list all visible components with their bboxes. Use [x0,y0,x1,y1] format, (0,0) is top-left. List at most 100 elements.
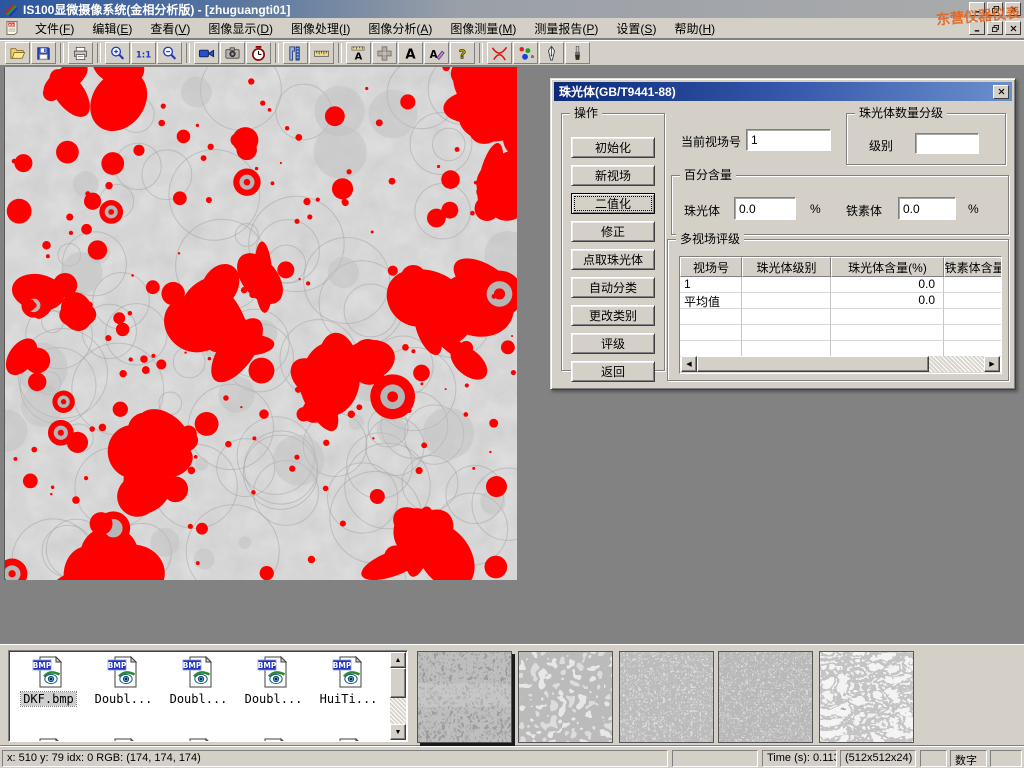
zoom-out-button[interactable] [157,42,182,64]
table-row[interactable] [680,341,1001,357]
table-row[interactable]: 1 0.0 [680,277,1001,293]
current-view-input[interactable] [746,129,831,151]
grid-tool-button[interactable] [372,42,397,64]
cell-ferrite-content [944,341,1002,357]
file-list-items: BMP DKF.bmp BMP Doubl... [11,653,389,742]
preview-thumbnail-1[interactable] [417,651,512,743]
close-button[interactable] [1005,2,1021,16]
ferrite-percent-input[interactable] [898,197,956,220]
menu-item[interactable]: 编辑(E) [83,18,141,39]
cell-pearlite-content: 0.0 [831,277,944,293]
minimize-button[interactable] [969,2,985,16]
menu-item[interactable]: 查看(V) [141,18,199,39]
measure-label-button[interactable] [346,42,371,64]
operation-button[interactable]: 新视场 [571,165,655,186]
operation-button[interactable]: 返回 [571,361,655,382]
video-capture-button[interactable] [194,42,219,64]
mdi-close-button[interactable] [1005,21,1021,35]
operation-button[interactable]: 点取珠光体 [571,249,655,270]
file-item[interactable]: BMP HuiTi... [311,653,386,721]
scroll-down-button[interactable]: ▼ [390,724,406,740]
file-item[interactable]: BMP DKF.bmp [11,653,86,721]
file-item[interactable]: BMP [236,735,311,742]
scroll-up-button[interactable]: ▲ [390,652,406,668]
classify-tool-button[interactable] [513,42,538,64]
table-header-cell[interactable]: 视场号 [680,257,742,277]
dialog-close-button[interactable] [993,85,1009,99]
cell-ferrite-content [944,277,1002,293]
timer-button[interactable] [246,42,271,64]
operation-button[interactable]: 评级 [571,333,655,354]
preview-thumbnail-2[interactable] [518,651,613,743]
preview-thumbnail-4[interactable] [718,651,813,743]
svg-text:BMP: BMP [332,661,351,670]
micrograph-viewport[interactable] [4,67,516,580]
scroll-left-button[interactable]: ◀ [681,356,697,372]
file-item[interactable]: BMP Doubl... [236,653,311,721]
curve-tool-button[interactable] [487,42,512,64]
file-item[interactable]: BMP [86,735,161,742]
dialog-title-bar[interactable]: 珠光体(GB/T9441-88) [554,82,1012,101]
mdi-window-controls [969,21,1021,35]
operation-button[interactable]: 二值化 [571,193,655,214]
file-item[interactable]: BMP [161,735,236,742]
restore-button[interactable] [987,2,1003,16]
scroll-right-button[interactable]: ▶ [984,356,1000,372]
table-row[interactable]: 平均值 0.0 [680,293,1001,309]
file-list-scrollbar[interactable]: ▲ ▼ [390,652,406,740]
mdi-restore-button[interactable] [987,21,1003,35]
table-header-cell[interactable]: 珠光体级别 [742,257,831,277]
zoom-in-button[interactable] [105,42,130,64]
table-header-cell[interactable]: 铁素体含量(%) [944,257,1002,277]
print-button[interactable] [68,42,93,64]
operation-button[interactable]: 修正 [571,221,655,242]
camera-icon [224,45,241,62]
menu-item[interactable]: 帮助(H) [665,18,724,39]
multi-view-group: 多视场评级 视场号珠光体级别珠光体含量(%)铁素体含量(%) 1 0.0 平均值 [667,239,1009,381]
grade-label: 级别 [869,137,893,154]
save-file-button[interactable] [31,42,56,64]
operation-button[interactable]: 自动分类 [571,277,655,298]
table-header-cell[interactable]: 珠光体含量(%) [831,257,944,277]
operation-button[interactable]: 更改类别 [571,305,655,326]
pearlite-percent-input[interactable] [734,197,796,220]
menu-item[interactable]: 图像处理(I) [282,18,359,39]
window-title: IS100显微摄像系统(金相分析版) - [zhuguangti01] [23,1,290,18]
file-name: DKF.bmp [21,692,76,706]
scrollbar-thumb[interactable] [390,668,406,698]
annotate-tool-button[interactable] [424,42,449,64]
table-row[interactable] [680,325,1001,341]
mdi-minimize-button[interactable] [969,21,985,35]
cell-pearlite-content [831,341,944,357]
actual-size-button[interactable] [131,42,156,64]
preview-thumbnail-3[interactable] [619,651,714,743]
cell-ferrite-content [944,325,1002,341]
camera-capture-button[interactable] [220,42,245,64]
menu-item[interactable]: 设置(S) [607,18,665,39]
grade-input[interactable] [915,133,979,154]
open-file-button[interactable] [5,42,30,64]
menu-item[interactable]: 图像显示(D) [199,18,282,39]
ruler-measure-button[interactable] [309,42,334,64]
open-folder-icon [9,45,26,62]
operation-button[interactable]: 初始化 [571,137,655,158]
caliper-measure-button[interactable] [283,42,308,64]
file-item[interactable]: BMP [11,735,86,742]
help-button[interactable] [450,42,475,64]
table-row[interactable] [680,309,1001,325]
brush-tool-button[interactable] [565,42,590,64]
table-horizontal-scrollbar[interactable]: ◀ ▶ [681,356,1000,372]
menu-item[interactable]: 文件(F) [26,18,83,39]
bmp-file-icon: BMP [257,655,291,689]
pen-tool-button[interactable] [539,42,564,64]
file-item[interactable]: BMP Doubl... [161,653,236,721]
menu-item[interactable]: 图像分析(A) [359,18,441,39]
menu-item[interactable]: 图像测量(M) [441,18,525,39]
scrollbar-thumb[interactable] [697,356,929,372]
file-item[interactable]: BMP [311,735,386,742]
preview-thumbnail-5[interactable] [819,651,914,743]
text-tool-button[interactable] [398,42,423,64]
menu-item[interactable]: 测量报告(P) [525,18,607,39]
file-item[interactable]: BMP Doubl... [86,653,161,721]
file-list[interactable]: BMP DKF.bmp BMP Doubl... [8,650,408,742]
